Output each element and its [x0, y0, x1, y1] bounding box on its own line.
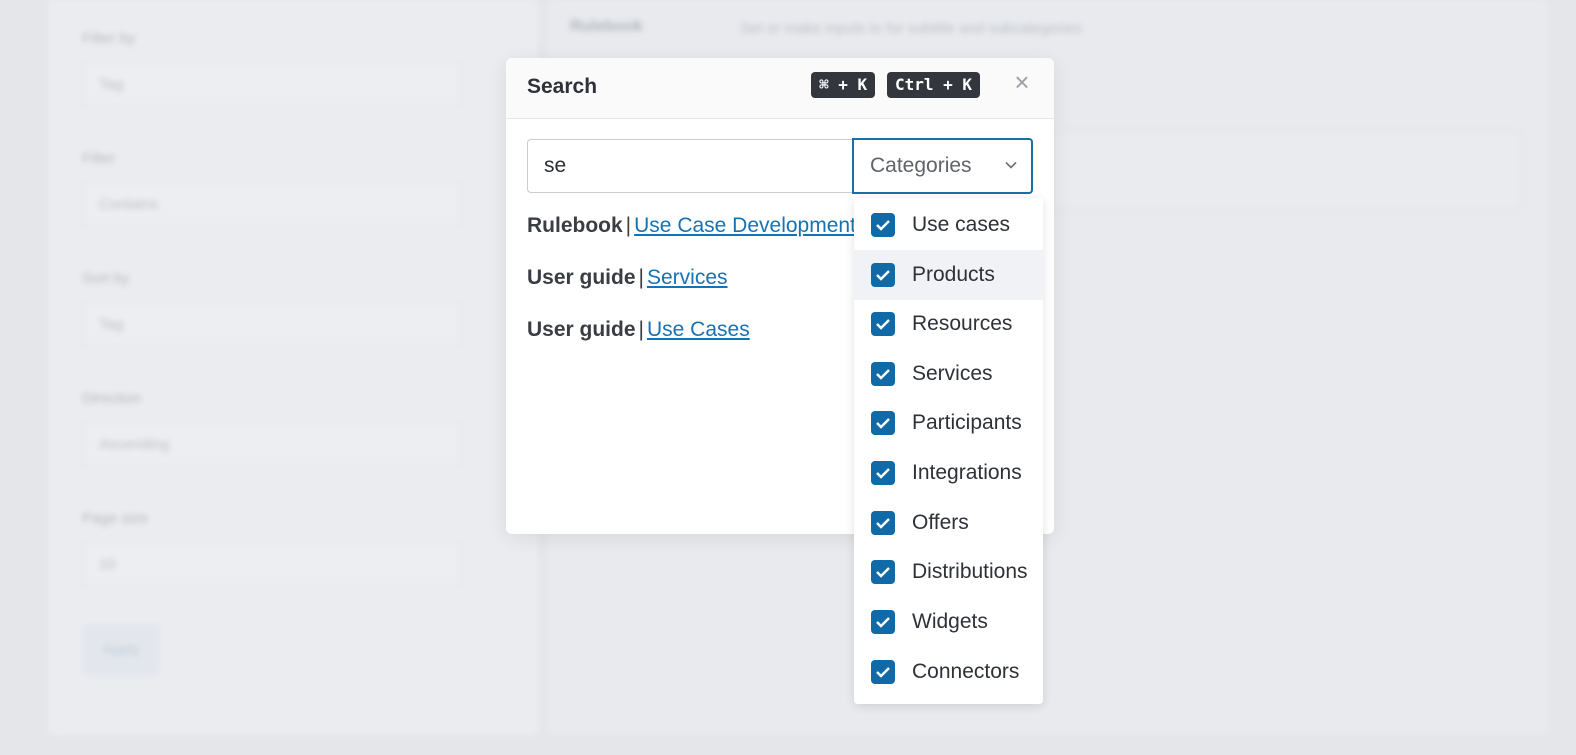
bg-field-label: Filter — [82, 150, 116, 167]
bg-field-input: Contains — [82, 182, 462, 228]
checkbox-checked-icon[interactable] — [871, 511, 895, 535]
result-separator: | — [625, 214, 632, 237]
category-option-label: Integrations — [912, 461, 1022, 484]
result-category: User guide — [527, 318, 636, 341]
bg-subheading: Set or make inputs to for subtitle and s… — [740, 20, 1082, 37]
bg-field-filter: Filter Contains — [82, 150, 462, 228]
checkbox-checked-icon[interactable] — [871, 610, 895, 634]
bg-field-filter-by: Filter by Tag — [82, 30, 462, 108]
category-option-participants[interactable]: Participants — [854, 398, 1043, 448]
categories-dropdown: Use cases Products Resources Services Pa… — [854, 198, 1043, 704]
category-option-label: Use cases — [912, 213, 1011, 236]
shortcut-pc-badge: Ctrl + K — [887, 72, 981, 98]
bg-field-label: Page size — [82, 510, 148, 527]
result-link[interactable]: Services — [647, 266, 728, 289]
bg-field-label: Sort by — [82, 270, 130, 287]
bg-field-label: Direction — [82, 390, 142, 407]
bg-field-direction: Direction Ascending — [82, 390, 462, 468]
category-option-label: Participants — [912, 411, 1022, 434]
category-option-resources[interactable]: Resources — [854, 299, 1043, 349]
category-option-connectors[interactable]: Connectors — [854, 647, 1043, 697]
bg-card — [1050, 130, 1522, 210]
checkbox-checked-icon[interactable] — [871, 560, 895, 584]
category-option-label: Offers — [912, 511, 969, 534]
categories-select-label: Categories — [870, 154, 972, 177]
checkbox-checked-icon[interactable] — [871, 461, 895, 485]
checkbox-checked-icon[interactable] — [871, 660, 895, 684]
category-option-distributions[interactable]: Distributions — [854, 547, 1043, 597]
category-option-integrations[interactable]: Integrations — [854, 448, 1043, 498]
result-item: Rulebook | Use Case Development — [527, 214, 856, 238]
result-item: User guide | Use Cases — [527, 318, 750, 342]
result-item: User guide | Services — [527, 266, 728, 290]
bg-field-input: Tag — [82, 302, 462, 348]
category-option-label: Services — [912, 362, 993, 385]
checkbox-checked-icon[interactable] — [871, 213, 895, 237]
category-option-label: Products — [912, 263, 995, 286]
close-icon[interactable]: × — [1010, 68, 1034, 96]
category-option-label: Widgets — [912, 610, 988, 633]
category-option-products[interactable]: Products — [854, 250, 1043, 300]
result-separator: | — [638, 266, 644, 289]
category-option-use-cases[interactable]: Use cases — [854, 200, 1043, 250]
bg-apply-button: Apply — [82, 624, 160, 676]
categories-select[interactable]: Categories — [852, 138, 1033, 194]
search-input[interactable] — [527, 139, 852, 193]
bg-field-sort-by: Sort by Tag — [82, 270, 462, 348]
bg-field-label: Filter by — [82, 30, 136, 47]
result-link[interactable]: Use Case Development — [634, 214, 856, 237]
checkbox-checked-icon[interactable] — [871, 312, 895, 336]
category-option-label: Resources — [912, 312, 1013, 335]
category-option-offers[interactable]: Offers — [854, 498, 1043, 548]
checkbox-checked-icon[interactable] — [871, 362, 895, 386]
bg-field-input: 10 — [82, 542, 462, 588]
checkbox-checked-icon[interactable] — [871, 411, 895, 435]
result-category: Rulebook — [527, 214, 623, 237]
bg-field-input: Tag — [82, 62, 462, 108]
bg-heading: Rulebook — [570, 18, 643, 35]
result-category: User guide — [527, 266, 636, 289]
bg-field-input: Ascending — [82, 422, 462, 468]
category-option-label: Connectors — [912, 660, 1020, 683]
modal-title: Search — [527, 75, 598, 98]
shortcut-mac-badge: ⌘ + K — [811, 72, 876, 98]
category-option-label: Distributions — [912, 560, 1028, 583]
checkbox-checked-icon[interactable] — [871, 263, 895, 287]
category-option-services[interactable]: Services — [854, 349, 1043, 399]
bg-field-page-size: Page size 10 — [82, 510, 462, 588]
result-separator: | — [638, 318, 644, 341]
modal-header: Search ⌘ + K Ctrl + K × — [506, 58, 1054, 119]
chevron-down-icon — [1005, 161, 1017, 169]
category-option-widgets[interactable]: Widgets — [854, 597, 1043, 647]
result-link[interactable]: Use Cases — [647, 318, 750, 341]
